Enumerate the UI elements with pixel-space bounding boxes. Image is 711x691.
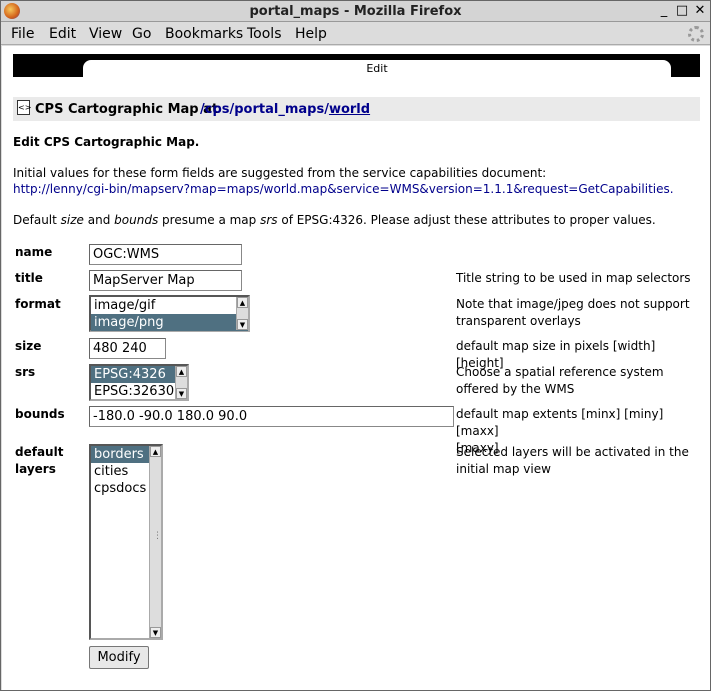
breadcrumb-label: CPS Cartographic Map at — [35, 102, 219, 117]
menu-tools[interactable]: Tools — [247, 26, 282, 42]
name-field[interactable]: OGC:WMS — [89, 244, 242, 265]
layers-description: Selected layers will be activated in the… — [456, 444, 706, 478]
page-heading: Edit CPS Cartographic Map. — [13, 135, 200, 149]
notice-part: presume a map — [158, 213, 261, 227]
title-label: title — [15, 271, 43, 285]
menu-go[interactable]: Go — [132, 26, 151, 42]
title-bar: portal_maps - Mozilla Firefox _ □ ✕ — [1, 1, 710, 22]
title-description: Title string to be used in map selectors — [456, 271, 691, 285]
layers-description-line: initial map view — [456, 462, 551, 476]
format-option-png[interactable]: image/png — [91, 314, 248, 331]
menu-help[interactable]: Help — [295, 26, 327, 42]
tab-edit[interactable]: Edit — [83, 60, 671, 77]
scroll-down-icon[interactable]: ▼ — [150, 627, 161, 638]
bounds-field[interactable]: -180.0 -90.0 180.0 90.0 — [89, 406, 454, 427]
breadcrumb-link-cps[interactable]: cps — [205, 102, 230, 117]
tab-strip: Edit — [13, 54, 700, 77]
menu-bookmarks[interactable]: Bookmarks — [165, 26, 243, 42]
format-select[interactable]: image/gif image/png ▲ ▼ — [89, 295, 250, 332]
notice-srs: srs — [260, 213, 278, 227]
notice-part: and — [83, 213, 115, 227]
size-field[interactable]: 480 240 — [89, 338, 166, 359]
layers-description-line: Selected layers will be activated in the — [456, 445, 689, 459]
notice-part: of EPSG:4326. Please adjust these attrib… — [277, 213, 656, 227]
format-scrollbar[interactable]: ▲ ▼ — [236, 297, 248, 330]
notice-bounds: bounds — [114, 213, 159, 227]
srs-option-32630[interactable]: EPSG:32630 — [91, 383, 187, 400]
layers-label: default layers — [15, 444, 63, 478]
title-field[interactable]: MapServer Map — [89, 270, 242, 291]
layers-label-line: default — [15, 445, 64, 459]
size-label: size — [15, 339, 42, 353]
scroll-up-icon[interactable]: ▲ — [176, 366, 187, 377]
scroll-down-icon[interactable]: ▼ — [176, 388, 187, 399]
browser-window: portal_maps - Mozilla Firefox _ □ ✕ File… — [0, 0, 711, 691]
breadcrumb-link-portal-maps[interactable]: portal_maps — [234, 102, 324, 117]
format-description-line: Note that image/jpeg does not support — [456, 297, 690, 311]
scroll-up-icon[interactable]: ▲ — [150, 446, 161, 457]
notice-text: Default size and bounds presume a map sr… — [13, 213, 656, 227]
breadcrumb-path: /cps/portal_maps/world — [200, 102, 370, 117]
page-content: Edit <> CPS Cartographic Map at /cps/por… — [2, 46, 710, 690]
capabilities-link[interactable]: http://lenny/cgi-bin/mapserv?map=maps/wo… — [13, 182, 674, 196]
scroll-up-icon[interactable]: ▲ — [237, 297, 248, 308]
minimize-icon[interactable]: _ — [657, 4, 671, 18]
bounds-label: bounds — [15, 407, 65, 421]
intro-text: Initial values for these form fields are… — [13, 166, 547, 180]
format-option-gif[interactable]: image/gif — [91, 297, 248, 314]
srs-description-line: offered by the WMS — [456, 382, 575, 396]
close-icon[interactable]: ✕ — [693, 4, 707, 18]
bounds-description-line: default map extents [minx] [miny] [maxx] — [456, 407, 664, 438]
srs-description-line: Choose a spatial reference system — [456, 365, 664, 379]
srs-description: Choose a spatial reference system offered… — [456, 364, 706, 398]
modify-button[interactable]: Modify — [89, 646, 149, 669]
layers-scrollbar[interactable]: ▲ ⋮ ▼ — [149, 446, 162, 638]
menu-edit[interactable]: Edit — [49, 26, 76, 42]
format-description-line: transparent overlays — [456, 314, 581, 328]
notice-size: size — [60, 213, 84, 227]
breadcrumb-link-world[interactable]: world — [329, 102, 370, 117]
name-label: name — [15, 245, 53, 259]
menu-view[interactable]: View — [89, 26, 122, 42]
window-title: portal_maps - Mozilla Firefox — [249, 4, 462, 19]
srs-scrollbar[interactable]: ▲ ▼ — [175, 366, 187, 399]
breadcrumb: <> CPS Cartographic Map at /cps/portal_m… — [13, 97, 700, 121]
srs-option-4326[interactable]: EPSG:4326 — [91, 366, 187, 383]
scroll-grip-icon: ⋮ — [153, 531, 162, 541]
scroll-down-icon[interactable]: ▼ — [237, 319, 248, 330]
format-description: Note that image/jpeg does not support tra… — [456, 296, 706, 330]
layers-label-line: layers — [15, 462, 56, 476]
throbber-icon — [688, 26, 704, 42]
maximize-icon[interactable]: □ — [675, 4, 689, 18]
menu-file[interactable]: File — [11, 26, 34, 42]
layers-select[interactable]: borders cities cpsdocs ▲ ⋮ ▼ — [89, 444, 163, 640]
document-icon: <> — [17, 100, 31, 115]
menu-bar: File Edit View Go Bookmarks Tools Help — [1, 23, 710, 45]
srs-select[interactable]: EPSG:4326 EPSG:32630 ▲ ▼ — [89, 364, 189, 401]
srs-label: srs — [15, 365, 36, 379]
format-label: format — [15, 297, 61, 311]
notice-part: Default — [13, 213, 61, 227]
